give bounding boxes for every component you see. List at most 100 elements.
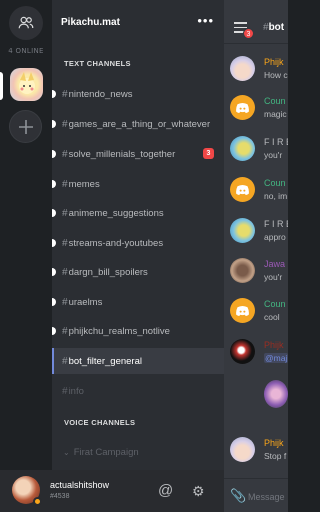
avatar[interactable] xyxy=(230,339,255,364)
chevron-down-icon: ⌄ xyxy=(63,447,70,457)
message-embed xyxy=(224,380,288,420)
status-indicator xyxy=(33,497,42,506)
message: Phijk Stop f xyxy=(224,437,288,477)
channel-item[interactable]: # games_are_a_thing_or_whatever xyxy=(52,111,224,137)
more-icon[interactable]: ••• xyxy=(197,13,214,28)
avatar[interactable] xyxy=(230,298,255,323)
online-count: 4 ONLINE xyxy=(8,47,44,55)
hash-icon: # xyxy=(62,88,68,100)
channel-label: nintendo_news xyxy=(68,88,133,100)
people-icon xyxy=(18,16,34,29)
text-channels-category[interactable]: TEXT CHANNELS xyxy=(64,59,131,68)
channel-item-selected[interactable]: # bot_filter_general xyxy=(52,348,224,374)
message: F I R E you'r xyxy=(224,136,288,176)
message-text: Stop f xyxy=(264,451,287,461)
channel-label: animeme_suggestions xyxy=(68,207,164,219)
channel-label: phijkchu_realms_notlive xyxy=(68,325,170,337)
channel-item[interactable]: # dargn_bill_spoilers xyxy=(52,259,224,285)
avatar[interactable] xyxy=(230,218,255,243)
unread-indicator xyxy=(52,120,56,128)
selected-indicator xyxy=(52,348,54,374)
avatar[interactable] xyxy=(230,437,255,462)
server-icon-pikachu[interactable] xyxy=(10,68,43,101)
voice-channels-category[interactable]: VOICE CHANNELS xyxy=(64,418,135,427)
server-image xyxy=(19,72,35,94)
add-server-button[interactable] xyxy=(9,110,42,143)
avatar[interactable] xyxy=(230,56,255,81)
message-author[interactable]: F I R E xyxy=(264,137,288,147)
user-panel: actualshitshow #4538 @ ⚙ xyxy=(0,470,224,512)
message-author[interactable]: Jawa xyxy=(264,259,285,269)
channel-label: games_are_a_thing_or_whatever xyxy=(68,118,211,130)
user-discriminator: #4538 xyxy=(50,493,70,500)
voice-channel-label: Firat Campaign xyxy=(73,446,139,458)
chat-panel: 3 #bot Phijk How c Coun magic F I R E yo… xyxy=(224,0,288,512)
unread-indicator xyxy=(52,327,56,335)
guild-name: Pikachu.mat xyxy=(61,16,120,28)
unread-indicator xyxy=(52,239,56,247)
hash-icon: # xyxy=(62,325,68,337)
hash-icon: # xyxy=(62,385,68,397)
mention-badge: 3 xyxy=(203,148,214,159)
discord-icon xyxy=(236,184,249,195)
avatar[interactable] xyxy=(230,95,255,120)
unread-indicator xyxy=(52,150,56,158)
server-rail: 4 ONLINE xyxy=(0,0,52,470)
message-text: appro xyxy=(264,232,286,242)
username: actualshitshow xyxy=(50,480,110,490)
hash-icon: # xyxy=(62,118,68,130)
message-author[interactable]: Phijk xyxy=(264,438,284,448)
message-author[interactable]: Coun xyxy=(264,299,286,309)
unread-indicator xyxy=(52,180,56,188)
hash-icon: # xyxy=(62,178,68,190)
message-text: cool xyxy=(264,312,280,322)
avatar[interactable] xyxy=(230,177,255,202)
voice-channel-item[interactable]: ⌄ Firat Campaign xyxy=(52,439,224,465)
hash-icon: # xyxy=(62,237,68,249)
message-text: you'r xyxy=(264,272,283,282)
channel-label: info xyxy=(68,385,84,397)
direct-messages-button[interactable] xyxy=(9,6,43,40)
avatar[interactable] xyxy=(230,136,255,161)
unread-indicator xyxy=(52,90,56,98)
message-author[interactable]: Phijk xyxy=(264,57,284,67)
channel-label: streams-and-youtubes xyxy=(68,237,164,249)
message-author[interactable]: Phijk xyxy=(264,340,284,350)
channel-item[interactable]: # animeme_suggestions xyxy=(52,200,224,226)
hash-icon: # xyxy=(62,266,68,278)
message-text: no, im xyxy=(264,191,288,201)
gear-icon[interactable]: ⚙ xyxy=(192,483,205,500)
plus-icon xyxy=(18,119,33,134)
embedded-image[interactable] xyxy=(264,380,288,408)
message-text: magic xyxy=(264,109,287,119)
message-author[interactable]: F I R E xyxy=(264,219,288,229)
channel-item[interactable]: # nintendo_news xyxy=(52,81,224,107)
channel-label: uraelms xyxy=(68,296,103,308)
attachment-icon[interactable]: 📎 xyxy=(230,488,246,504)
message: Coun no, im xyxy=(224,177,288,217)
hash-icon: # xyxy=(62,207,68,219)
unread-indicator xyxy=(52,209,56,217)
channel-label: bot_filter_general xyxy=(68,355,142,367)
message: Jawa you'r xyxy=(224,258,288,298)
chat-channel-title: #bot xyxy=(263,22,284,33)
message: Coun magic xyxy=(224,95,288,135)
chat-header: 3 #bot xyxy=(224,0,288,44)
channel-item[interactable]: # phijkchu_realms_notlive xyxy=(52,318,224,344)
avatar[interactable] xyxy=(230,258,255,283)
hash-icon: # xyxy=(62,296,68,308)
channel-item[interactable]: # memes xyxy=(52,171,224,197)
channel-item[interactable]: # solve_millenials_together 3 xyxy=(52,141,224,167)
channel-item-muted[interactable]: # info xyxy=(52,378,224,404)
channel-item[interactable]: # streams-and-youtubes xyxy=(52,230,224,256)
discord-icon xyxy=(236,305,249,316)
channel-item[interactable]: # uraelms xyxy=(52,289,224,315)
message-author[interactable]: Coun xyxy=(264,178,286,188)
channel-label: solve_millenials_together xyxy=(68,148,176,160)
user-mention[interactable]: @maj xyxy=(264,353,288,363)
chat-channel-name: bot xyxy=(268,22,285,33)
message-input[interactable]: Message xyxy=(248,492,285,502)
message-author[interactable]: Coun xyxy=(264,96,286,106)
message: F I R E appro xyxy=(224,218,288,258)
mentions-icon[interactable]: @ xyxy=(158,482,173,499)
